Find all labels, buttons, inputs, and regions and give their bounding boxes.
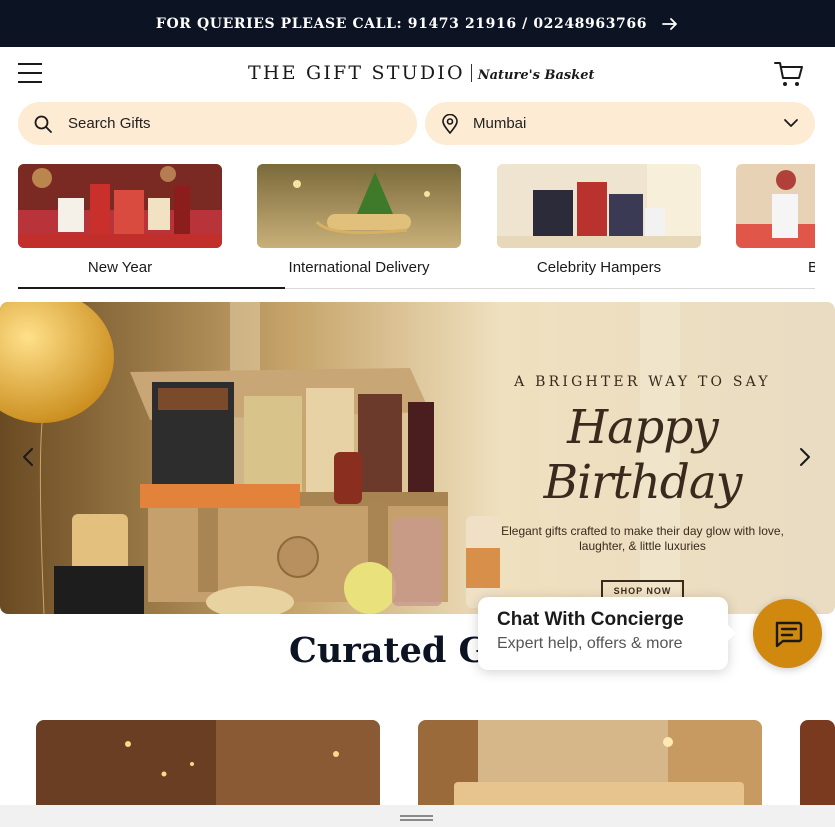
product-card-image bbox=[418, 720, 762, 810]
category-label: International Delivery bbox=[288, 259, 430, 276]
hero-tagline: A BRIGHTER WAY TO SAY bbox=[514, 374, 771, 390]
category-label: Celebrity Hampers bbox=[536, 259, 662, 276]
chevron-down-icon bbox=[784, 119, 798, 127]
category-international-delivery[interactable]: International Delivery bbox=[257, 164, 461, 276]
chat-title: Chat With Concierge bbox=[497, 609, 684, 630]
search-icon bbox=[34, 115, 52, 133]
location-pin-icon bbox=[442, 113, 458, 134]
chevron-left-icon[interactable] bbox=[18, 442, 38, 472]
chat-icon bbox=[775, 621, 802, 647]
hero-banner[interactable]: A BRIGHTER WAY TO SAY Happy Birthday Ele… bbox=[0, 302, 835, 614]
site-header: THE GIFT STUDIO Nature's Basket bbox=[0, 47, 835, 102]
category-image bbox=[18, 164, 222, 248]
category-active-indicator bbox=[18, 287, 285, 289]
product-card[interactable] bbox=[800, 720, 835, 810]
category-celebrity-hampers[interactable]: Celebrity Hampers bbox=[497, 164, 701, 276]
category-new-year[interactable]: New Year bbox=[18, 164, 222, 276]
hero-description: Elegant gifts crafted to make their day … bbox=[501, 524, 784, 553]
hamburger-menu-icon[interactable] bbox=[18, 63, 44, 85]
category-image bbox=[257, 164, 461, 248]
product-card[interactable] bbox=[36, 720, 380, 810]
chevron-right-icon[interactable] bbox=[795, 442, 815, 472]
hero-text-block: A BRIGHTER WAY TO SAY Happy Birthday Ele… bbox=[470, 374, 815, 602]
search-bar[interactable] bbox=[18, 102, 417, 145]
category-label: B bbox=[808, 259, 815, 276]
location-selector[interactable]: Mumbai bbox=[425, 102, 815, 145]
logo-separator bbox=[470, 64, 472, 82]
category-partial[interactable]: B bbox=[736, 164, 815, 276]
category-label: New Year bbox=[87, 259, 153, 276]
location-value: Mumbai bbox=[473, 115, 527, 132]
logo-sub-text: Nature's Basket bbox=[477, 68, 595, 83]
announcement-bar[interactable]: FOR QUERIES PLEASE CALL: 91473 21916 / 0… bbox=[0, 0, 835, 47]
category-carousel: New Year International Delivery Celebrit… bbox=[18, 164, 815, 290]
product-card[interactable] bbox=[418, 720, 762, 810]
announcement-text: FOR QUERIES PLEASE CALL: 91473 21916 / 0… bbox=[155, 15, 648, 32]
category-image bbox=[497, 164, 701, 248]
arrow-right-icon bbox=[662, 17, 677, 30]
category-image bbox=[736, 164, 815, 248]
chat-subtitle: Expert help, offers & more bbox=[497, 635, 683, 652]
bottom-sheet-bar bbox=[0, 805, 835, 827]
hero-headline: Happy Birthday bbox=[543, 400, 743, 510]
product-card-image bbox=[36, 720, 380, 810]
search-input[interactable] bbox=[68, 115, 368, 132]
logo-main-text: THE GIFT STUDIO bbox=[248, 62, 465, 84]
cart-icon[interactable] bbox=[774, 60, 804, 88]
chat-button[interactable] bbox=[753, 599, 822, 668]
drag-handle[interactable] bbox=[400, 815, 433, 821]
concierge-chat-bubble[interactable]: Chat With Concierge Expert help, offers … bbox=[478, 597, 736, 670]
section-title: Curated G bbox=[289, 630, 489, 671]
product-card-image bbox=[800, 720, 835, 810]
logo[interactable]: THE GIFT STUDIO Nature's Basket bbox=[248, 61, 594, 84]
